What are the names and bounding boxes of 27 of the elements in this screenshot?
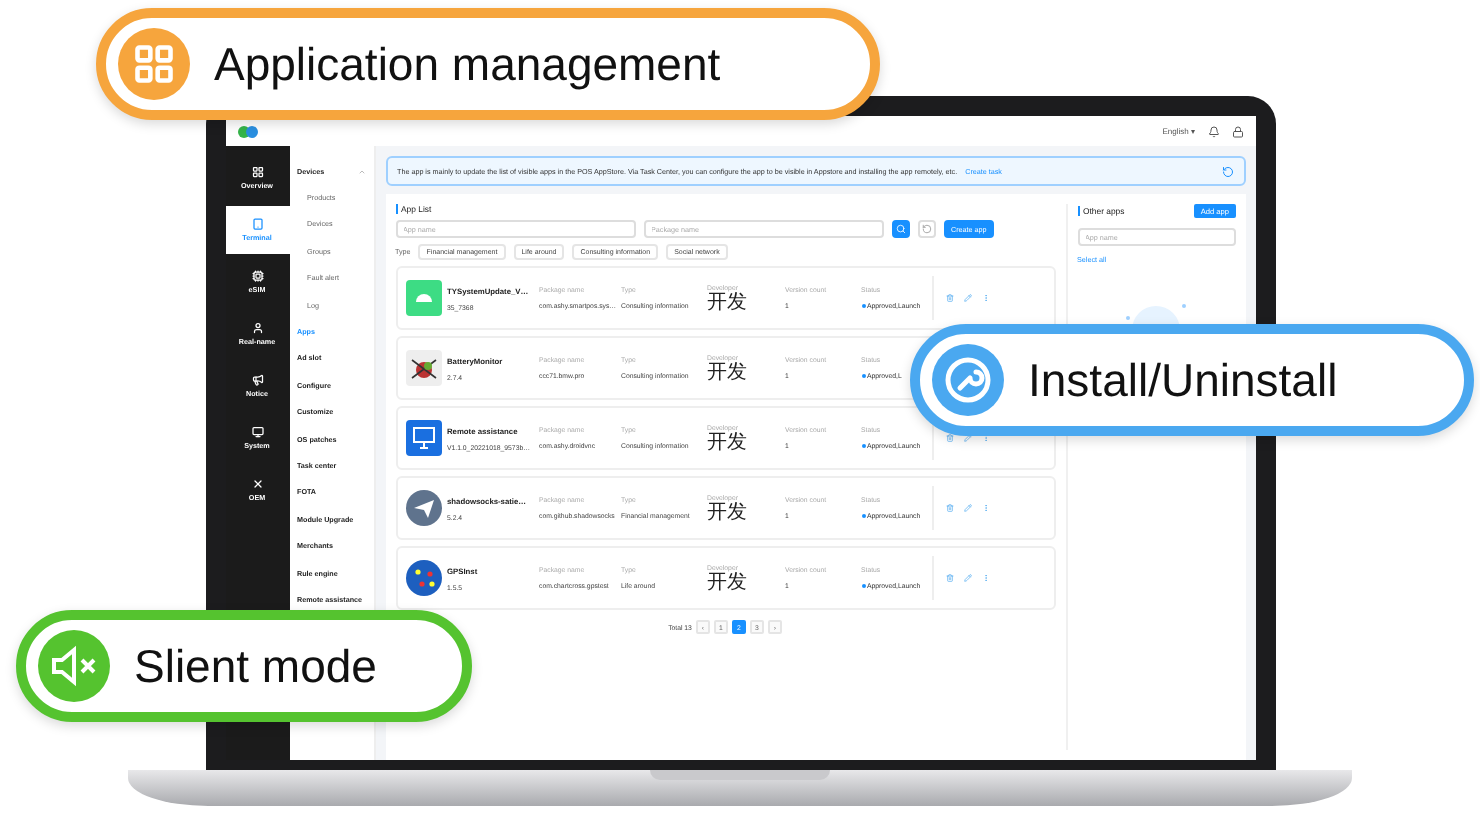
- monitor-icon: [251, 426, 263, 438]
- app-grid-icon: [132, 42, 176, 86]
- android-icon: [405, 280, 441, 316]
- developer-name: 开发: [707, 293, 749, 313]
- chip-icon: [251, 270, 263, 282]
- grid-icon: [251, 166, 263, 178]
- globe-icon: [405, 560, 441, 596]
- x-icon: [251, 478, 263, 490]
- tablet-icon: [251, 218, 263, 230]
- user-lock-icon[interactable]: [1231, 125, 1243, 137]
- person-icon: [251, 322, 263, 334]
- megaphone-icon: [251, 374, 263, 386]
- search-button[interactable]: [891, 220, 909, 238]
- monitor-icon: [405, 420, 441, 456]
- developer-name: 开发: [707, 363, 749, 383]
- feature-label: Install/Uninstall: [1028, 353, 1338, 407]
- refresh-icon[interactable]: [1221, 165, 1233, 177]
- feature-label: Application management: [214, 37, 721, 91]
- paper-plane-icon: [405, 490, 441, 526]
- developer-name: 开发: [707, 503, 749, 523]
- developer-name: 开发: [707, 573, 749, 593]
- feature-label: Slient mode: [134, 639, 377, 693]
- bell-icon[interactable]: [1207, 125, 1219, 137]
- developer-name: 开发: [707, 433, 749, 453]
- reset-button[interactable]: [917, 220, 935, 238]
- logo-icon: [237, 125, 257, 137]
- speaker-mute-icon: [48, 642, 100, 690]
